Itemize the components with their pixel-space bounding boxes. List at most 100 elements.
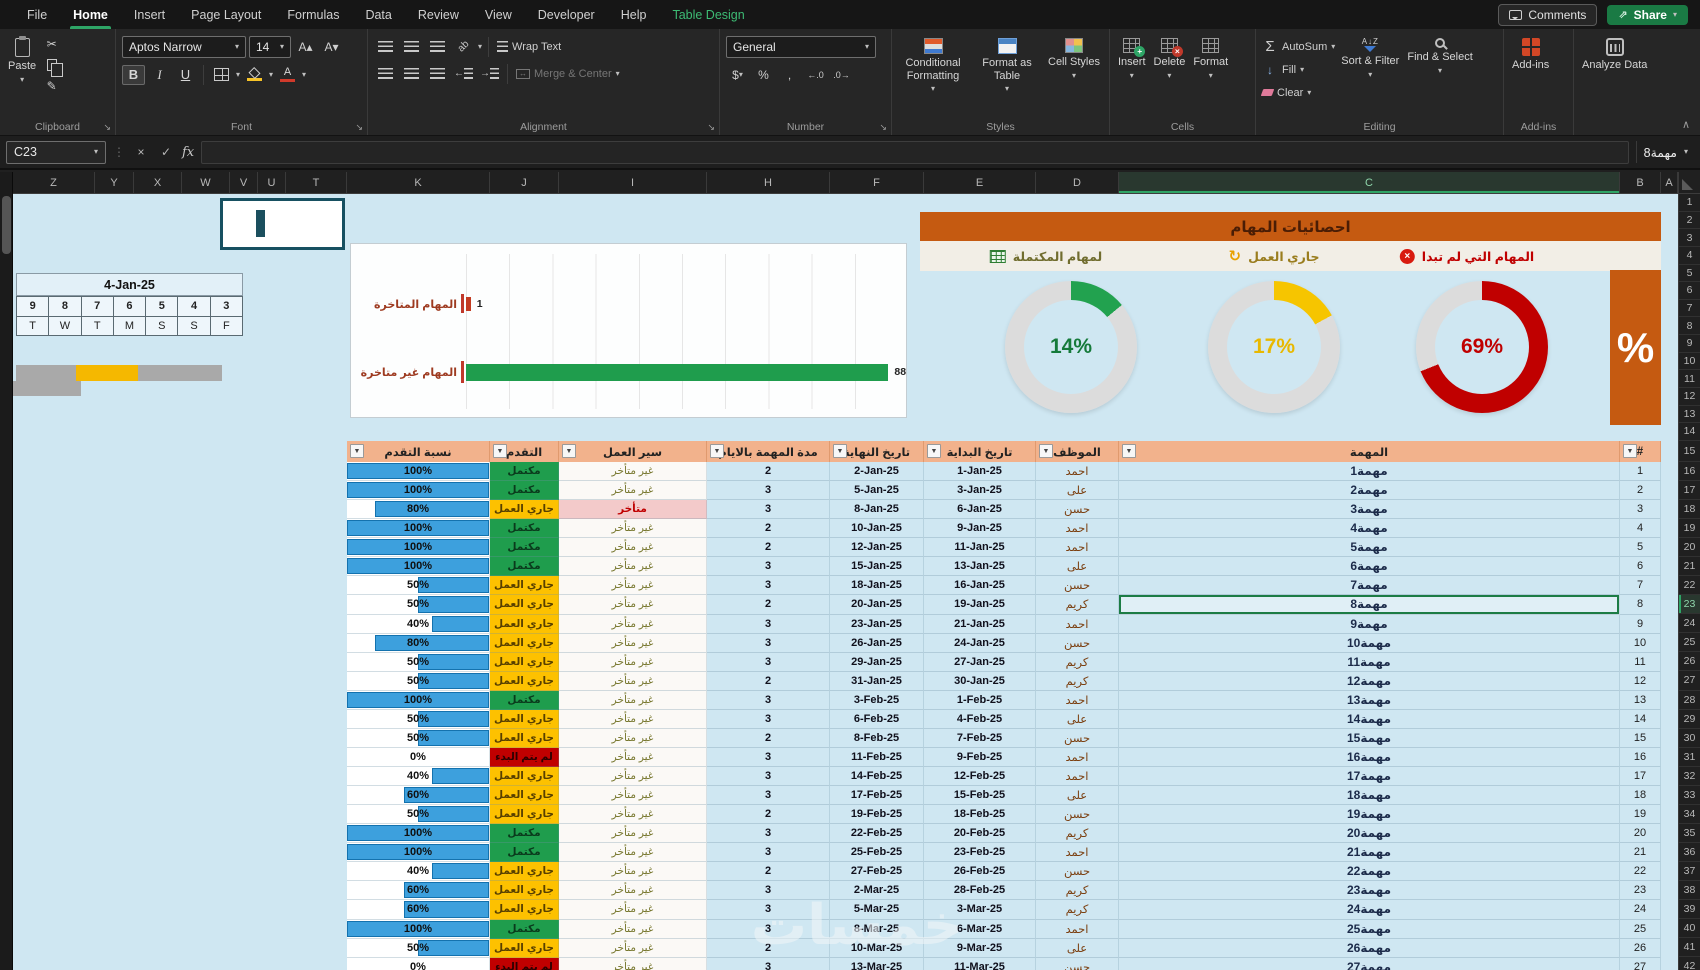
cell-num[interactable]: 12 <box>1620 671 1661 691</box>
filter-button[interactable]: ▼ <box>350 444 364 458</box>
cell-task[interactable]: مهمة13 <box>1119 690 1620 710</box>
row-header-22[interactable]: 22 <box>1679 576 1700 596</box>
dialog-launcher-icon[interactable]: ↘ <box>355 123 363 132</box>
cell-task[interactable]: مهمة15 <box>1119 728 1620 748</box>
row-header-29[interactable]: 29 <box>1679 710 1700 729</box>
cell-dur[interactable]: 3 <box>707 881 830 901</box>
cell-end[interactable]: 23-Jan-25 <box>830 614 924 634</box>
drag-handle-icon[interactable]: ⋮ <box>113 145 125 159</box>
menu-tab-home[interactable]: Home <box>60 0 121 29</box>
cell-task[interactable]: مهمة20 <box>1119 824 1620 844</box>
cell-dur[interactable]: 3 <box>707 500 830 520</box>
cell-dur[interactable]: 2 <box>707 862 830 882</box>
cell-status[interactable]: جاري العمل <box>490 671 559 691</box>
cell-task[interactable]: مهمة2 <box>1119 481 1620 501</box>
cell-dur[interactable]: 3 <box>707 767 830 787</box>
cell-pct[interactable]: 50% <box>347 728 490 748</box>
vertical-scrollbar[interactable] <box>0 172 13 970</box>
cell-flow[interactable]: غير متأخر <box>559 481 707 501</box>
cell-dur[interactable]: 3 <box>707 900 830 920</box>
cell-dur[interactable]: 3 <box>707 633 830 653</box>
decrease-font-button[interactable]: A▾ <box>320 37 343 58</box>
font-color-button[interactable]: A <box>276 64 299 85</box>
cell-num[interactable]: 1 <box>1620 462 1661 482</box>
cell-emp[interactable]: احمد <box>1036 462 1119 482</box>
cell-flow[interactable]: غير متأخر <box>559 957 707 970</box>
cell-emp[interactable]: احمد <box>1036 614 1119 634</box>
cell-num[interactable]: 16 <box>1620 747 1661 767</box>
cell-task[interactable]: مهمة14 <box>1119 709 1620 729</box>
cell-end[interactable]: 15-Jan-25 <box>830 557 924 577</box>
cell-emp[interactable]: حسن <box>1036 805 1119 825</box>
cell-num[interactable]: 14 <box>1620 709 1661 729</box>
cell-end[interactable]: 5-Mar-25 <box>830 900 924 920</box>
cell-start[interactable]: 6-Jan-25 <box>924 500 1036 520</box>
cell-start[interactable]: 20-Feb-25 <box>924 824 1036 844</box>
cell-start[interactable]: 16-Jan-25 <box>924 576 1036 596</box>
cell-status[interactable]: جاري العمل <box>490 633 559 653</box>
cell-num[interactable]: 19 <box>1620 805 1661 825</box>
cell-dur[interactable]: 3 <box>707 843 830 863</box>
cell-emp[interactable]: على <box>1036 786 1119 806</box>
cell-flow[interactable]: غير متأخر <box>559 843 707 863</box>
cell-flow[interactable]: غير متأخر <box>559 576 707 596</box>
cell-end[interactable]: 2-Mar-25 <box>830 881 924 901</box>
row-header-6[interactable]: 6 <box>1679 282 1700 300</box>
menu-tab-view[interactable]: View <box>472 0 525 29</box>
scrollbar-thumb[interactable] <box>2 196 11 254</box>
cell-start[interactable]: 6-Mar-25 <box>924 919 1036 939</box>
cell-status[interactable]: جاري العمل <box>490 728 559 748</box>
cell-status[interactable]: جاري العمل <box>490 862 559 882</box>
cell-end[interactable]: 8-Feb-25 <box>830 728 924 748</box>
cell-pct[interactable]: 100% <box>347 462 490 482</box>
menu-tab-formulas[interactable]: Formulas <box>274 0 352 29</box>
cell-status[interactable]: مكتمل <box>490 690 559 710</box>
cell-pct[interactable]: 100% <box>347 919 490 939</box>
format-cells-button[interactable]: Format ▾ <box>1189 33 1232 81</box>
column-header-X[interactable]: X <box>134 172 182 193</box>
number-format-select[interactable]: General ▾ <box>726 36 876 58</box>
cell-num[interactable]: 11 <box>1620 652 1661 672</box>
cell-end[interactable]: 13-Mar-25 <box>830 957 924 970</box>
menu-tab-page-layout[interactable]: Page Layout <box>178 0 274 29</box>
cell-flow[interactable]: غير متأخر <box>559 557 707 577</box>
cell-emp[interactable]: كريم <box>1036 881 1119 901</box>
enter-icon[interactable]: ✓ <box>157 145 175 159</box>
cell-flow[interactable]: غير متأخر <box>559 786 707 806</box>
cell-start[interactable]: 18-Feb-25 <box>924 805 1036 825</box>
cell-task[interactable]: مهمة12 <box>1119 671 1620 691</box>
cell-task[interactable]: مهمة6 <box>1119 557 1620 577</box>
cell-pct[interactable]: 80% <box>347 500 490 520</box>
cell-start[interactable]: 9-Feb-25 <box>924 747 1036 767</box>
cell-emp[interactable]: كريم <box>1036 824 1119 844</box>
cell-end[interactable]: 26-Jan-25 <box>830 633 924 653</box>
cell-dur[interactable]: 3 <box>707 919 830 939</box>
row-header-18[interactable]: 18 <box>1679 500 1700 519</box>
cell-end[interactable]: 10-Mar-25 <box>830 938 924 958</box>
row-header-34[interactable]: 34 <box>1679 805 1700 824</box>
cell-task[interactable]: مهمة24 <box>1119 900 1620 920</box>
filter-button[interactable]: ▼ <box>562 444 576 458</box>
cell-task[interactable]: مهمة25 <box>1119 919 1620 939</box>
row-header-15[interactable]: 15 <box>1679 441 1700 462</box>
cell-status[interactable]: جاري العمل <box>490 652 559 672</box>
row-header-17[interactable]: 17 <box>1679 481 1700 500</box>
cell-end[interactable]: 8-Jan-25 <box>830 500 924 520</box>
increase-decimal-button[interactable]: ←.0 <box>804 64 827 85</box>
cell-task[interactable]: مهمة27 <box>1119 957 1620 970</box>
share-button[interactable]: ⇗ Share ▾ <box>1607 4 1688 25</box>
row-header-39[interactable]: 39 <box>1679 900 1700 920</box>
cell-task[interactable]: مهمة11 <box>1119 652 1620 672</box>
cell-dur[interactable]: 3 <box>707 747 830 767</box>
cell-flow[interactable]: غير متأخر <box>559 671 707 691</box>
row-header-3[interactable]: 3 <box>1679 229 1700 247</box>
column-header-Y[interactable]: Y <box>95 172 134 193</box>
cell-emp[interactable]: حسن <box>1036 862 1119 882</box>
cell-flow[interactable]: غير متأخر <box>559 747 707 767</box>
format-painter-button[interactable]: ✎ <box>40 75 63 96</box>
cell-flow[interactable]: غير متأخر <box>559 805 707 825</box>
cell-emp[interactable]: احمد <box>1036 747 1119 767</box>
column-header-D[interactable]: D <box>1036 172 1119 193</box>
row-header-30[interactable]: 30 <box>1679 729 1700 748</box>
align-top-button[interactable] <box>374 36 397 57</box>
